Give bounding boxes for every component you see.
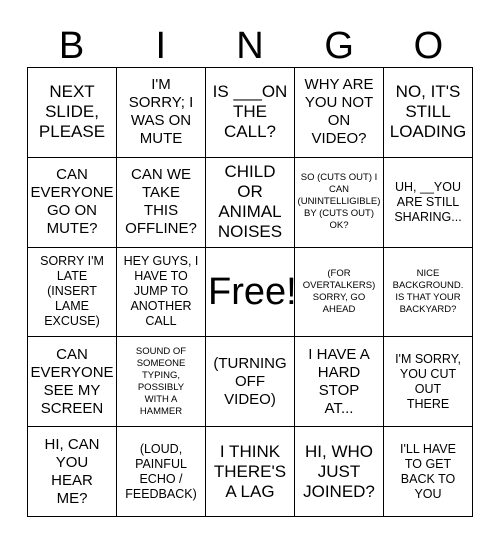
bingo-cell-r4c5[interactable]: I'M SORRY, YOU CUT OUT THERE bbox=[384, 337, 473, 428]
bingo-cell-r4c4[interactable]: I HAVE A HARD STOP AT... bbox=[295, 337, 384, 428]
bingo-cell-r3c1[interactable]: SORRY I'M LATE (INSERT LAME EXCUSE) bbox=[28, 247, 117, 338]
bingo-cell-label: UH, __YOU ARE STILL SHARING... bbox=[394, 179, 462, 224]
bingo-cell-r4c2[interactable]: SOUND OF SOMEONE TYPING, POSSIBLY WITH A… bbox=[117, 337, 206, 428]
bingo-cell-r4c3[interactable]: (TURNING OFF VIDEO) bbox=[206, 337, 295, 428]
header-letter-n: N bbox=[236, 25, 264, 67]
bingo-cell-label: HEY GUYS, I HAVE TO JUMP TO ANOTHER CALL bbox=[123, 254, 199, 329]
bingo-cell-label: CAN EVERYONE GO ON MUTE? bbox=[30, 166, 114, 238]
bingo-cell-label: CHILD OR ANIMAL NOISES bbox=[217, 162, 283, 242]
bingo-cell-r5c2[interactable]: (LOUD, PAINFUL ECHO / FEEDBACK) bbox=[117, 427, 206, 517]
bingo-cell-label: SO (CUTS OUT) I CAN (UNINTELLIGIBLE) BY … bbox=[297, 172, 381, 232]
bingo-cell-r4c1[interactable]: CAN EVERYONE SEE MY SCREEN bbox=[28, 337, 117, 428]
free-space-label: Free! bbox=[208, 270, 295, 313]
bingo-cell-label: (FOR OVERTALKERS) SORRY, GO AHEAD bbox=[302, 267, 376, 315]
header-letter-i: I bbox=[155, 25, 167, 67]
bingo-cell-r5c4[interactable]: HI, WHO JUST JOINED? bbox=[295, 427, 384, 517]
bingo-cell-r2c3[interactable]: CHILD OR ANIMAL NOISES bbox=[206, 157, 295, 248]
bingo-cell-label: (TURNING OFF VIDEO) bbox=[213, 354, 287, 408]
bingo-cell-label: NEXT SLIDE, PLEASE bbox=[38, 82, 106, 142]
bingo-cell-label: I THINK THERE'S A LAG bbox=[213, 441, 287, 501]
bingo-cell-r5c1[interactable]: HI, CAN YOU HEAR ME? bbox=[28, 427, 117, 517]
header-letter-b: B bbox=[58, 25, 85, 67]
bingo-cell-label: IS ___ON THE CALL? bbox=[212, 82, 288, 142]
bingo-cell-r3c4[interactable]: (FOR OVERTALKERS) SORRY, GO AHEAD bbox=[295, 247, 384, 338]
bingo-cell-r1c2[interactable]: I'M SORRY; I WAS ON MUTE bbox=[117, 68, 206, 158]
bingo-cell-label: CAN WE TAKE THIS OFFLINE? bbox=[125, 166, 197, 238]
bingo-cell-label: CAN EVERYONE SEE MY SCREEN bbox=[30, 345, 114, 417]
bingo-cell-label: I HAVE A HARD STOP AT... bbox=[308, 345, 370, 417]
bingo-cell-r1c5[interactable]: NO, IT'S STILL LOADING bbox=[384, 68, 473, 158]
bingo-cell-r1c3[interactable]: IS ___ON THE CALL? bbox=[206, 68, 295, 158]
bingo-cell-r2c5[interactable]: UH, __YOU ARE STILL SHARING... bbox=[384, 157, 473, 248]
bingo-cell-r2c2[interactable]: CAN WE TAKE THIS OFFLINE? bbox=[117, 157, 206, 248]
bingo-cell-label: SOUND OF SOMEONE TYPING, POSSIBLY WITH A… bbox=[135, 345, 187, 417]
header-letter-g: G bbox=[324, 25, 354, 67]
bingo-cell-label: I'LL HAVE TO GET BACK TO YOU bbox=[400, 441, 456, 501]
bingo-cell-r2c1[interactable]: CAN EVERYONE GO ON MUTE? bbox=[28, 157, 117, 248]
bingo-cell-r3c2[interactable]: HEY GUYS, I HAVE TO JUMP TO ANOTHER CALL bbox=[117, 247, 206, 338]
bingo-card: B I N G O NEXT SLIDE, PLEASE I'M SORRY; … bbox=[0, 0, 500, 544]
bingo-cell-label: NO, IT'S STILL LOADING bbox=[389, 82, 467, 142]
bingo-cell-r1c4[interactable]: WHY ARE YOU NOT ON VIDEO? bbox=[295, 68, 384, 158]
bingo-cell-label: WHY ARE YOU NOT ON VIDEO? bbox=[304, 76, 374, 148]
bingo-cell-label: (LOUD, PAINFUL ECHO / FEEDBACK) bbox=[125, 441, 197, 501]
header-letter-o: O bbox=[413, 25, 444, 67]
bingo-cell-r1c1[interactable]: NEXT SLIDE, PLEASE bbox=[28, 68, 117, 158]
bingo-header-row: B I N G O bbox=[27, 24, 473, 68]
bingo-cell-label: HI, WHO JUST JOINED? bbox=[303, 441, 375, 501]
bingo-cell-label: I'M SORRY, YOU CUT OUT THERE bbox=[395, 351, 461, 411]
bingo-cell-label: NICE BACKGROUND. IS THAT YOUR BACKYARD? bbox=[392, 267, 464, 315]
bingo-cell-r5c3[interactable]: I THINK THERE'S A LAG bbox=[206, 427, 295, 517]
bingo-cell-label: SORRY I'M LATE (INSERT LAME EXCUSE) bbox=[40, 254, 104, 329]
bingo-cell-r2c4[interactable]: SO (CUTS OUT) I CAN (UNINTELLIGIBLE) BY … bbox=[295, 157, 384, 248]
bingo-cell-r5c5[interactable]: I'LL HAVE TO GET BACK TO YOU bbox=[384, 427, 473, 517]
bingo-cell-label: HI, CAN YOU HEAR ME? bbox=[44, 435, 100, 507]
bingo-cell-label: I'M SORRY; I WAS ON MUTE bbox=[128, 76, 194, 148]
bingo-grid: NEXT SLIDE, PLEASE I'M SORRY; I WAS ON M… bbox=[27, 67, 473, 517]
bingo-cell-free-space[interactable]: Free! bbox=[206, 247, 295, 338]
bingo-cell-r3c5[interactable]: NICE BACKGROUND. IS THAT YOUR BACKYARD? bbox=[384, 247, 473, 338]
